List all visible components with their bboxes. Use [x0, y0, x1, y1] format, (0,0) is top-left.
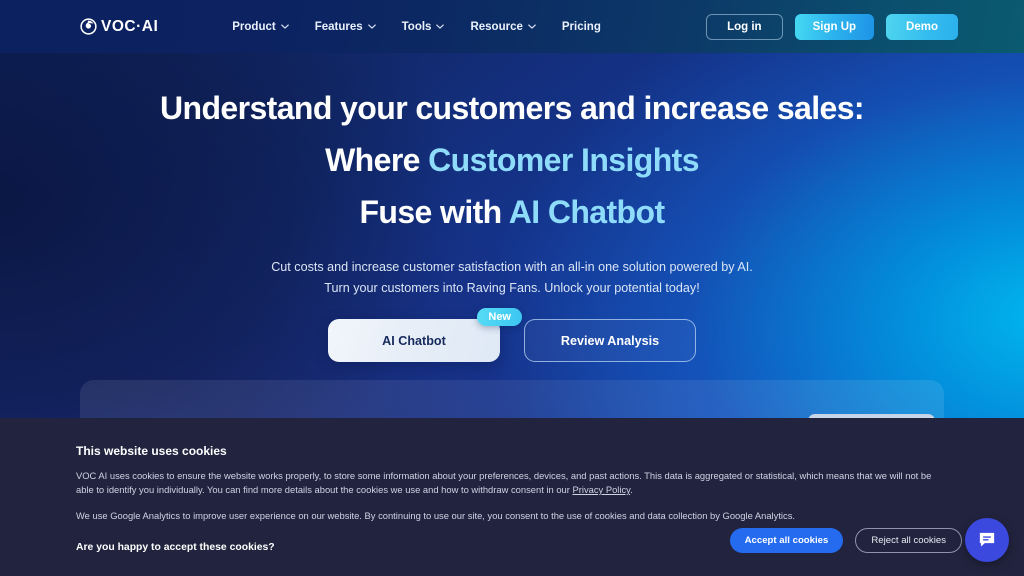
- cookie-banner-body: VOC AI uses cookies to ensure the websit…: [76, 469, 948, 497]
- login-button[interactable]: Log in: [706, 13, 783, 40]
- hero-subtitle-line-1: Cut costs and increase customer satisfac…: [271, 260, 753, 274]
- nav-item-features-label: Features: [314, 20, 363, 33]
- page-title: Understand your customers and increase s…: [0, 53, 1024, 238]
- headline-line-3-plain: Fuse with: [359, 194, 509, 230]
- chevron-down-icon: [436, 24, 445, 29]
- nav-item-tools[interactable]: Tools: [402, 21, 445, 33]
- headline-line-3-highlight: AI Chatbot: [508, 194, 665, 230]
- cookie-body-text-part2: .: [630, 484, 633, 495]
- cookie-body-text-part1: VOC AI uses cookies to ensure the websit…: [76, 470, 932, 495]
- nav-item-tools-label: Tools: [401, 20, 432, 33]
- logo[interactable]: VOC·AI: [80, 18, 158, 36]
- privacy-policy-link[interactable]: Privacy Policy: [572, 484, 630, 495]
- hero-subtitle: Cut costs and increase customer satisfac…: [0, 257, 1024, 299]
- cookie-banner-title: This website uses cookies: [76, 444, 227, 458]
- headline-line-1: Understand your customers and increase s…: [160, 90, 865, 126]
- header-actions: Log in Sign Up Demo: [706, 13, 958, 40]
- chat-widget-button[interactable]: [965, 518, 1009, 562]
- new-badge: New: [477, 308, 522, 326]
- headline-line-2-plain: Where: [325, 142, 429, 178]
- headline-line-3: Fuse with AI Chatbot: [0, 186, 1024, 238]
- logo-text: VOC·AI: [101, 17, 159, 35]
- nav-item-product-label: Product: [232, 20, 276, 33]
- ai-chatbot-cta-wrapper: AI Chatbot New: [328, 308, 522, 362]
- nav-item-pricing[interactable]: Pricing: [562, 21, 601, 33]
- chat-bubble-icon: [979, 532, 995, 547]
- headline-line-2: Where Customer Insights: [0, 134, 1024, 186]
- hero-section: Understand your customers and increase s…: [0, 53, 1024, 362]
- chevron-down-icon: [528, 24, 536, 29]
- chevron-down-icon: [367, 24, 376, 29]
- chevron-down-icon: [280, 24, 289, 29]
- voc-ai-swirl-logo-icon: [80, 18, 97, 35]
- nav-item-pricing-label: Pricing: [561, 20, 601, 33]
- nav-item-features[interactable]: Features: [315, 21, 376, 33]
- cookie-banner-actions: Accept all cookies Reject all cookies: [729, 528, 962, 553]
- main-navigation: Product Features Tools Resource Pricing: [232, 21, 601, 33]
- headline-line-2-highlight: Customer Insights: [428, 142, 699, 178]
- nav-item-product[interactable]: Product: [232, 20, 289, 33]
- cookie-banner-analytics-text: We use Google Analytics to improve user …: [76, 510, 795, 521]
- hero-cta-row: AI Chatbot New Review Analysis: [0, 308, 1024, 362]
- accept-all-cookies-button[interactable]: Accept all cookies: [729, 528, 844, 553]
- nav-item-resource-label: Resource: [470, 20, 523, 33]
- hero-subtitle-line-2: Turn your customers into Raving Fans. Un…: [324, 281, 700, 295]
- ai-chatbot-button[interactable]: AI Chatbot: [328, 319, 500, 362]
- review-analysis-button[interactable]: Review Analysis: [524, 319, 696, 362]
- demo-button[interactable]: Demo: [886, 13, 958, 40]
- reject-all-cookies-button[interactable]: Reject all cookies: [855, 528, 962, 553]
- cookie-consent-banner: This website uses cookies VOC AI uses co…: [0, 418, 1024, 576]
- nav-item-resource[interactable]: Resource: [470, 20, 536, 33]
- site-header: VOC·AI Product Features Tools Resource P…: [0, 0, 1024, 53]
- signup-button[interactable]: Sign Up: [794, 13, 875, 40]
- page-root: VOC·AI Product Features Tools Resource P…: [0, 0, 1024, 576]
